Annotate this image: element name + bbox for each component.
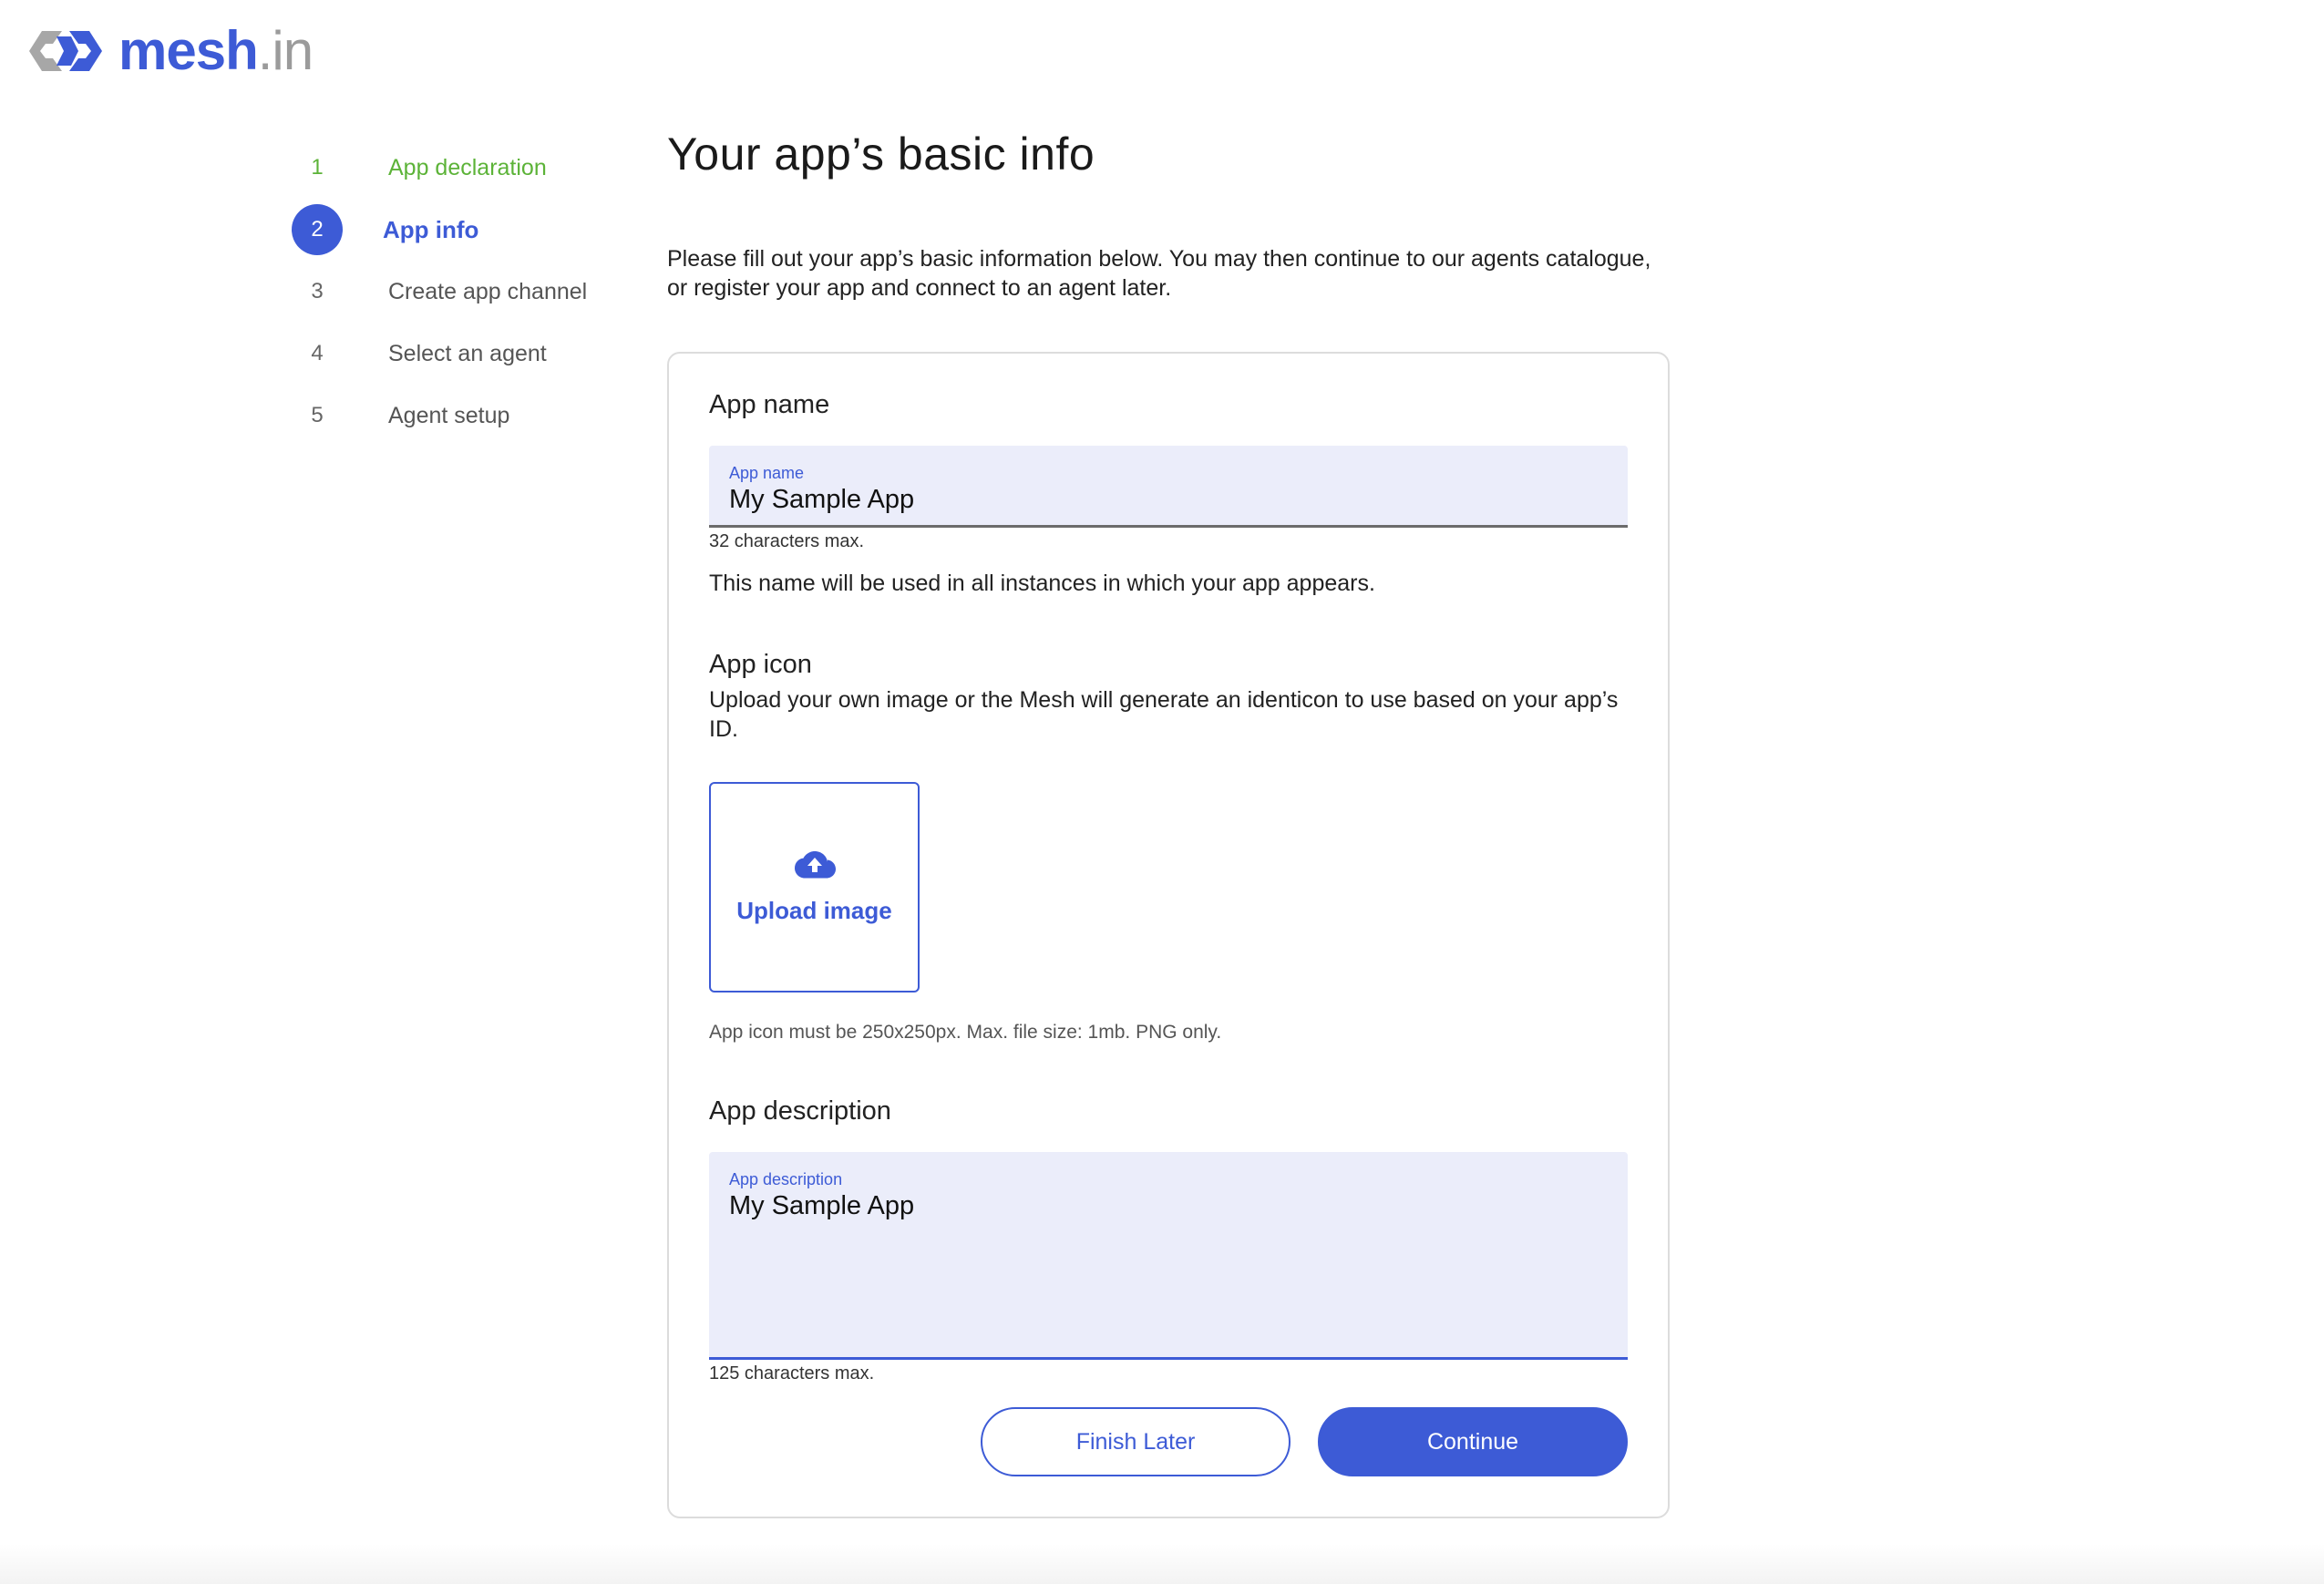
step-label: App info (383, 215, 479, 243)
app-description-floating-label: App description (729, 1170, 843, 1188)
continue-button[interactable]: Continue (1318, 1407, 1628, 1476)
step-agent-setup[interactable]: 5 Agent setup (292, 385, 587, 447)
step-app-info[interactable]: 2 App info (292, 199, 587, 261)
app-info-form: App name App name My Sample App 32 chara… (667, 352, 1670, 1518)
step-number: 2 (292, 204, 343, 255)
app-name-title: App name (709, 390, 830, 419)
app-icon-title: App icon (709, 650, 812, 679)
intro-text: Please fill out your app’s basic informa… (667, 246, 1651, 301)
app-name-value[interactable]: My Sample App (729, 485, 1608, 515)
page-title: Your app’s basic info (667, 129, 1095, 180)
app-description-value[interactable]: My Sample App (729, 1191, 1608, 1221)
page-footer-fade (0, 1544, 2324, 1584)
page: mesh.in 1 App declaration 2 App info 3 C… (0, 0, 2324, 1584)
app-icon-description: Upload your own image or the Mesh will g… (709, 687, 1619, 742)
step-create-app-channel[interactable]: 3 Create app channel (292, 261, 587, 323)
app-description-section: App description App description My Sampl… (709, 1096, 1628, 1384)
app-icon-requirements: App icon must be 250x250px. Max. file si… (709, 1022, 1222, 1043)
app-name-input[interactable]: App name My Sample App (709, 446, 1628, 528)
step-number: 1 (311, 155, 324, 180)
logo-mark-icon (29, 31, 102, 71)
step-app-declaration[interactable]: 1 App declaration (292, 137, 587, 199)
logo-text-suffix: .in (257, 20, 314, 81)
finish-later-button[interactable]: Finish Later (981, 1407, 1291, 1476)
mesh-logo[interactable]: mesh.in (26, 24, 314, 78)
step-number: 4 (311, 341, 324, 365)
progress-stepper: 1 App declaration 2 App info 3 Create ap… (292, 137, 587, 447)
step-number: 5 (311, 403, 324, 427)
step-number: 3 (311, 279, 324, 303)
cloud-upload-icon (794, 851, 836, 879)
app-name-section: App name App name My Sample App 32 chara… (709, 390, 1628, 597)
step-label: Create app channel (388, 278, 588, 304)
upload-image-button[interactable]: Upload image (709, 782, 920, 993)
app-name-floating-label: App name (729, 464, 805, 482)
logo-text-mesh: mesh (118, 20, 259, 81)
app-description-limit: 125 characters max. (709, 1363, 875, 1383)
form-actions: Finish Later Continue (981, 1407, 1628, 1476)
main-header: Your app’s basic info Please fill out yo… (667, 128, 1670, 303)
step-label: Select an agent (388, 340, 547, 366)
step-select-agent[interactable]: 4 Select an agent (292, 323, 587, 385)
step-label: Agent setup (388, 402, 510, 428)
app-description-textarea[interactable]: App description My Sample App (709, 1152, 1628, 1360)
app-name-limit: 32 characters max. (709, 531, 865, 551)
step-label: App declaration (388, 154, 547, 180)
app-description-title: App description (709, 1096, 891, 1126)
app-icon-section: App icon Upload your own image or the Me… (709, 650, 1628, 1044)
logo-text: mesh.in (118, 24, 314, 78)
upload-image-label: Upload image (736, 897, 892, 924)
app-name-help: This name will be used in all instances … (709, 571, 1375, 596)
